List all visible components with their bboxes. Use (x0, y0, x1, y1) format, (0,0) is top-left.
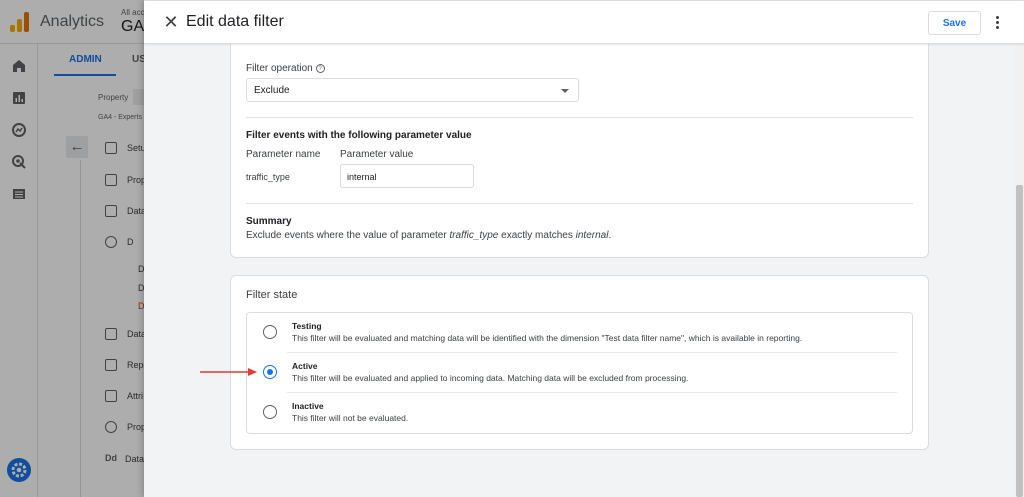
panel-header: ✕ Edit data filter Save (144, 1, 1024, 44)
dropdown-caret-icon (561, 89, 569, 93)
parameter-value-header: Parameter value (340, 149, 414, 160)
radio-testing[interactable] (263, 325, 277, 339)
filter-operation-label: Filter operation? (246, 63, 325, 74)
scroll-thumb[interactable] (1016, 185, 1023, 497)
radio-active[interactable] (263, 365, 277, 379)
annotation-arrow-icon (200, 368, 257, 376)
parameter-value-input[interactable]: internal (340, 164, 474, 188)
option-testing[interactable]: Testing This filter will be evaluated an… (247, 313, 912, 353)
divider (246, 203, 913, 204)
save-button[interactable]: Save (928, 11, 981, 35)
panel-title: Edit data filter (186, 13, 284, 30)
radio-inactive[interactable] (263, 405, 277, 419)
option-inactive[interactable]: Inactive This filter will not be evaluat… (247, 393, 912, 433)
panel-scrollbar[interactable] (1015, 44, 1024, 497)
edit-data-filter-panel: ✕ Edit data filter Save Filter operation… (144, 0, 1024, 497)
divider (246, 117, 913, 118)
help-icon[interactable]: ? (315, 64, 325, 73)
summary-heading: Summary (246, 216, 292, 227)
filter-state-card: Filter state Testing This filter will be… (230, 275, 929, 450)
filter-config-card: Filter operation? Exclude Filter events … (230, 30, 929, 258)
filter-state-radio-group: Testing This filter will be evaluated an… (246, 312, 913, 434)
close-icon[interactable]: ✕ (160, 11, 182, 33)
option-active[interactable]: Active This filter will be evaluated and… (247, 353, 912, 393)
parameter-name-value: traffic_type (246, 172, 290, 182)
more-vert-icon[interactable] (990, 12, 1004, 34)
filter-operation-value: Exclude (254, 85, 290, 96)
filter-operation-select[interactable]: Exclude (246, 78, 579, 102)
summary-text: Exclude events where the value of parame… (246, 230, 612, 241)
filter-state-title: Filter state (246, 289, 298, 301)
parameter-section-heading: Filter events with the following paramet… (246, 130, 472, 141)
parameter-name-header: Parameter name (246, 149, 321, 160)
